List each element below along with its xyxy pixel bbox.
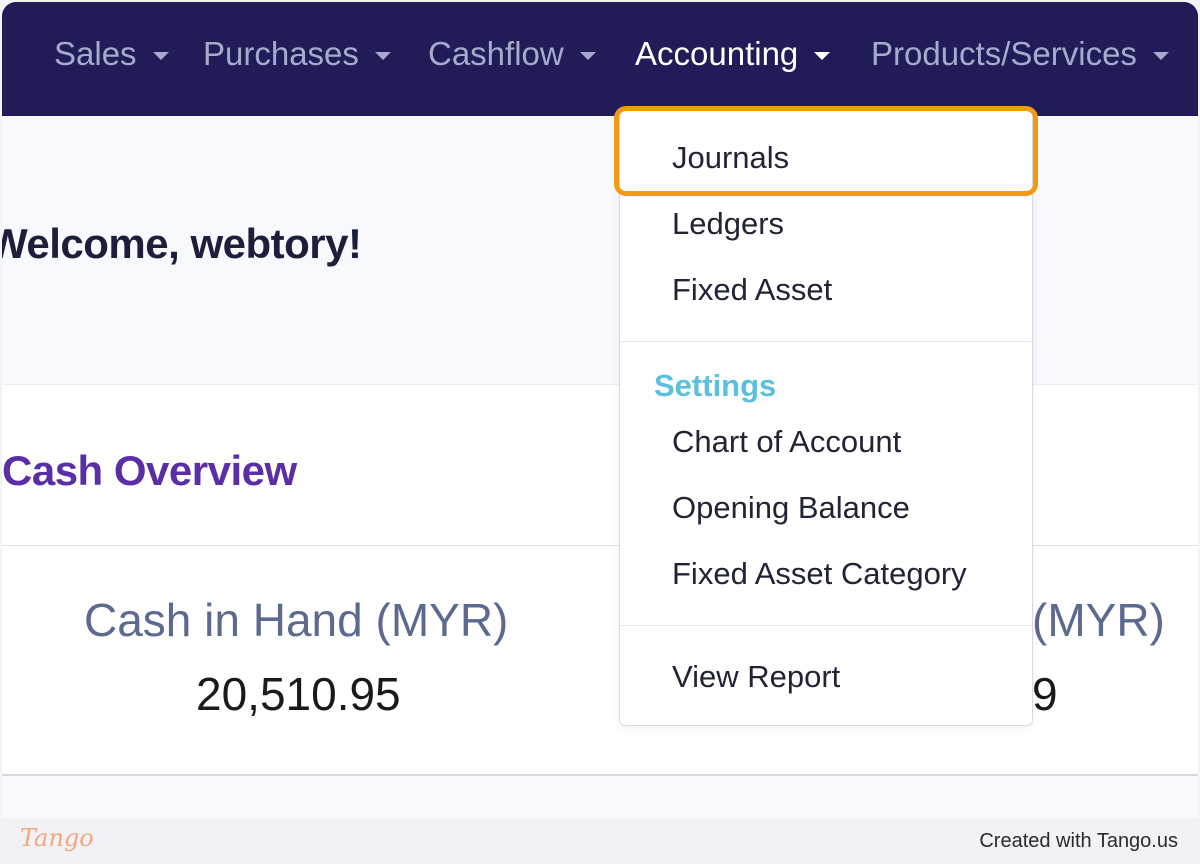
menu-item-opening-balance[interactable]: Opening Balance xyxy=(672,490,910,526)
menu-item-fixed-asset-category[interactable]: Fixed Asset Category xyxy=(672,556,967,592)
second-stat-label: (MYR) xyxy=(1032,594,1165,646)
cash-in-hand-label: Cash in Hand (MYR) xyxy=(84,594,509,646)
second-stat-value: 9 xyxy=(1032,668,1058,720)
cash-overview-title: Cash Overview xyxy=(2,447,297,494)
menu-divider xyxy=(620,625,1032,626)
nav-purchases[interactable]: Purchases xyxy=(203,32,391,76)
caret-down-icon xyxy=(1152,52,1169,60)
menu-settings-header: Settings xyxy=(654,368,777,403)
menu-item-chart-of-account[interactable]: Chart of Account xyxy=(672,424,901,460)
app-window: Sales Purchases Cashflow Accounting Prod… xyxy=(2,2,1198,818)
tango-logo: Tango xyxy=(20,824,94,852)
created-with-text: Created with Tango.us xyxy=(979,830,1178,852)
caret-down-icon xyxy=(152,52,169,60)
nav-accounting[interactable]: Accounting xyxy=(635,32,831,76)
menu-item-journals[interactable]: Journals xyxy=(672,140,789,176)
nav-products-services[interactable]: Products/Services xyxy=(871,32,1169,76)
nav-products-services-label: Products/Services xyxy=(871,35,1137,72)
nav-sales[interactable]: Sales xyxy=(54,32,169,76)
nav-purchases-label: Purchases xyxy=(203,35,359,72)
caret-down-icon xyxy=(374,52,391,60)
top-navbar: Sales Purchases Cashflow Accounting Prod… xyxy=(2,2,1198,116)
menu-item-view-report[interactable]: View Report xyxy=(672,659,840,695)
accounting-dropdown-menu: Journals Ledgers Fixed Asset Settings Ch… xyxy=(619,109,1033,726)
nav-cashflow[interactable]: Cashflow xyxy=(428,32,596,76)
cash-in-hand-value: 20,510.95 xyxy=(196,668,401,720)
menu-item-fixed-asset[interactable]: Fixed Asset xyxy=(672,272,832,308)
tango-footer: Tango Created with Tango.us xyxy=(0,818,1200,864)
nav-cashflow-label: Cashflow xyxy=(428,35,564,72)
welcome-heading: Welcome, webtory! xyxy=(2,220,362,267)
menu-divider xyxy=(620,341,1032,342)
nav-accounting-label: Accounting xyxy=(635,35,799,72)
menu-item-ledgers[interactable]: Ledgers xyxy=(672,206,784,242)
caret-down-icon xyxy=(579,52,596,60)
caret-down-icon xyxy=(814,52,831,60)
nav-sales-label: Sales xyxy=(54,35,137,72)
